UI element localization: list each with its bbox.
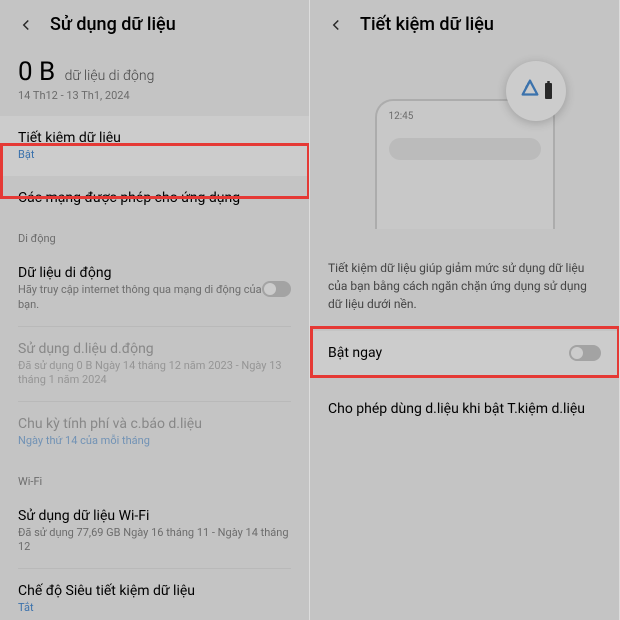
usage-label: dữ liệu di động (65, 68, 155, 84)
ultra-saver-status: Tắt (18, 601, 291, 615)
ultra-data-saver-item[interactable]: Chế độ Siêu tiết kiệm dữ liệu Tắt (0, 569, 309, 620)
mobile-data-sub: Hãy truy cập internet thông qua mạng di … (18, 283, 262, 312)
mobile-data-item[interactable]: Dữ liệu di động Hãy truy cập internet th… (0, 251, 309, 326)
back-icon[interactable] (326, 15, 346, 35)
billing-title: Chu kỳ tính phí và c.báo d.liệu (18, 416, 291, 432)
mobile-data-title: Dữ liệu di động (18, 265, 262, 281)
allow-data-item[interactable]: Cho phép dùng d.liệu khi bật T.kiệm d.li… (310, 387, 619, 431)
data-usage-screen: Sử dụng dữ liệu 0 B dữ liệu di động 14 T… (0, 0, 310, 620)
wifi-usage-title: Sử dụng dữ liệu Wi-Fi (18, 508, 291, 524)
data-saver-icon (519, 78, 541, 104)
usage-date-range: 14 Th12 - 13 Th1, 2024 (18, 89, 291, 102)
description-text: Tiết kiệm dữ liệu giúp giảm mức sử dụng … (310, 249, 619, 331)
ultra-saver-title: Chế độ Siêu tiết kiệm dữ liệu (18, 583, 291, 599)
highlight-data-saver (0, 143, 310, 199)
billing-sub: Ngày thứ 14 của mỗi tháng (18, 434, 291, 448)
wifi-usage-item[interactable]: Sử dụng dữ liệu Wi-Fi Đã sử dụng 77,69 G… (0, 494, 309, 569)
usage-summary: 0 B dữ liệu di động 14 Th12 - 13 Th1, 20… (0, 49, 309, 116)
page-title: Tiết kiệm dữ liệu (360, 14, 494, 35)
status-circle (506, 61, 566, 121)
highlight-enable-now (310, 326, 620, 378)
wifi-usage-sub: Đã sử dụng 77,69 GB Ngày 16 tháng 11 - N… (18, 526, 291, 555)
phone-illustration: 12:45 (370, 79, 560, 229)
data-saver-screen: Tiết kiệm dữ liệu 12:45 Tiết kiệm dữ liệ… (310, 0, 620, 620)
header: Sử dụng dữ liệu (0, 0, 309, 49)
mobile-usage-item[interactable]: Sử dụng d.liệu d.động Đã sử dụng 0 B Ngà… (0, 327, 309, 402)
mobile-usage-sub: Đã sử dụng 0 B Ngày 14 tháng 12 năm 2023… (18, 359, 291, 388)
back-icon[interactable] (16, 15, 36, 35)
section-wifi: Wi-Fi (0, 463, 309, 494)
section-mobile: Di động (0, 220, 309, 251)
page-title: Sử dụng dữ liệu (50, 14, 176, 35)
usage-amount: 0 B (18, 57, 55, 87)
mobile-data-toggle[interactable] (262, 281, 291, 297)
allow-data-title: Cho phép dùng d.liệu khi bật T.kiệm d.li… (328, 401, 601, 417)
phone-search-bar (389, 138, 541, 160)
billing-cycle-item[interactable]: Chu kỳ tính phí và c.báo d.liệu Ngày thứ… (0, 402, 309, 462)
header: Tiết kiệm dữ liệu (310, 0, 619, 49)
mobile-usage-title: Sử dụng d.liệu d.động (18, 341, 291, 357)
battery-icon (545, 83, 552, 99)
